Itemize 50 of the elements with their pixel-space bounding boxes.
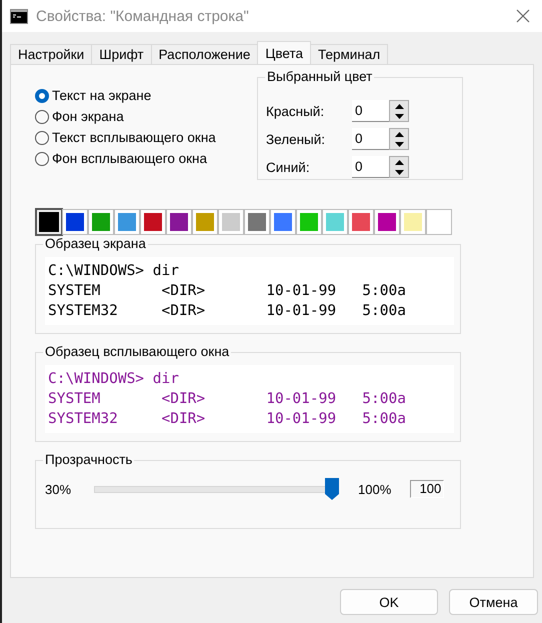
spin-up-button[interactable] [390, 157, 408, 167]
close-icon[interactable] [516, 9, 530, 23]
number-field[interactable]: 0 [352, 100, 389, 122]
up-triangle-icon [394, 132, 404, 136]
down-triangle-icon [394, 114, 404, 118]
group-title: Выбранный цвет [265, 69, 374, 84]
field-label: Красный: [266, 104, 326, 118]
number-field[interactable]: 0 [352, 128, 389, 150]
group-title: Образец экрана [43, 236, 148, 251]
field-label: Зеленый: [266, 132, 326, 146]
min-label: 30% [45, 482, 72, 496]
down-triangle-icon [394, 142, 404, 146]
radio-label[interactable]: Текст всплывающего окна [52, 130, 216, 145]
radio-button[interactable] [35, 130, 49, 144]
dialog-button[interactable]: Отмена [449, 589, 538, 615]
spin-up-button[interactable] [390, 101, 408, 111]
tab[interactable]: Терминал [310, 44, 388, 64]
spin-down-button[interactable] [390, 139, 408, 149]
field-label: Синий: [266, 160, 311, 174]
group-title: Образец всплывающего окна [43, 344, 232, 359]
tab[interactable]: Настройки [10, 44, 92, 64]
spin-up-button[interactable] [390, 129, 408, 139]
group-title: Прозрачность [43, 452, 134, 467]
number-field[interactable]: 0 [352, 156, 389, 178]
slider-thumb[interactable] [325, 478, 340, 500]
value-field: 100 [410, 480, 444, 498]
console-line: SYSTEM32 <DIR> 10-01-99 5:00a [48, 410, 407, 429]
tab[interactable]: Цвета [257, 41, 311, 64]
window-title: Свойства: "Командная строка" [36, 8, 249, 24]
color-swatch[interactable] [37, 210, 61, 234]
up-triangle-icon [394, 104, 404, 108]
radio-button[interactable] [35, 110, 49, 124]
up-triangle-icon [394, 160, 404, 164]
console-app-icon [10, 8, 28, 24]
console-line: C:\WINDOWS> dir [48, 370, 180, 389]
down-triangle-icon [394, 170, 404, 174]
spin-down-button[interactable] [390, 167, 408, 177]
radio-label[interactable]: Фон всплывающего окна [52, 151, 208, 166]
tab[interactable]: Шрифт [91, 44, 152, 64]
console-line: C:\WINDOWS> dir [48, 262, 180, 281]
spin-down-button[interactable] [390, 111, 408, 121]
console-line: SYSTEM <DIR> 10-01-99 5:00a [48, 390, 407, 409]
console-line: SYSTEM32 <DIR> 10-01-99 5:00a [48, 302, 407, 321]
radio-button[interactable] [35, 88, 49, 102]
console-line: SYSTEM <DIR> 10-01-99 5:00a [48, 282, 407, 301]
radio-label[interactable]: Текст на экране [52, 88, 152, 103]
radio-button[interactable] [35, 152, 49, 166]
dialog-button[interactable]: OK [340, 589, 438, 615]
max-label: 100% [358, 482, 392, 496]
radio-label[interactable]: Фон экрана [52, 109, 124, 124]
